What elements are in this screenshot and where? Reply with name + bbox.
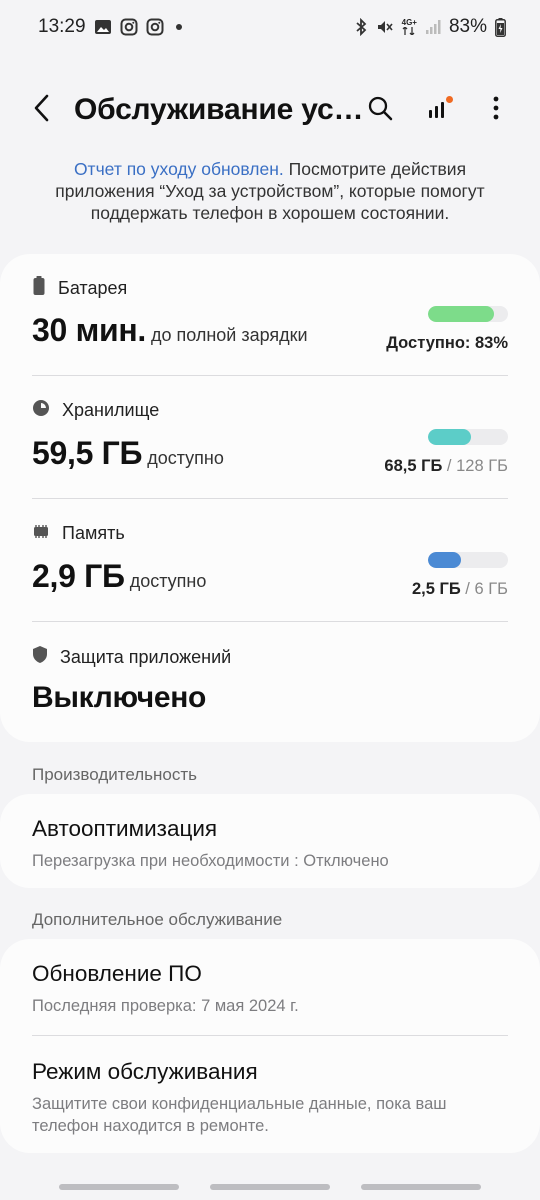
memory-free: 2,9 ГБ (32, 558, 125, 594)
maintenance-mode-title: Режим обслуживания (32, 1059, 258, 1084)
nav-back-button[interactable] (361, 1184, 481, 1190)
battery-bar (428, 306, 508, 322)
software-update-title: Обновление ПО (32, 961, 202, 986)
page-title: Обслуживание уст... (74, 93, 364, 126)
software-update-item[interactable]: Обновление ПО Последняя проверка: 7 мая … (32, 961, 508, 1017)
battery-label: Батарея (58, 278, 128, 298)
report-note: Отчет по уходу обновлен. Посмотрите дейс… (30, 158, 510, 224)
maintenance-mode-item[interactable]: Режим обслуживания Защитите свои конфиде… (32, 1059, 508, 1137)
more-vert-icon (492, 95, 500, 126)
divider (32, 1035, 508, 1036)
app-protection-label: Защита приложений (60, 646, 232, 667)
status-bar: 13:29 4G+ 83% (0, 0, 540, 54)
battery-bar-fill (428, 306, 495, 322)
report-link[interactable]: Отчет по уходу обновлен. (74, 159, 284, 179)
back-button[interactable] (12, 80, 72, 140)
status-right: 4G+ 83% (354, 16, 506, 38)
memory-section[interactable]: Память 2,9 ГБ доступно 2,5 ГБ / 6 ГБ (32, 500, 508, 622)
network-type: 4G+ (401, 18, 417, 27)
memory-value-row: 2,9 ГБ доступно (32, 558, 206, 595)
storage-section[interactable]: Хранилище 59,5 ГБ доступно 68,5 ГБ / 128… (32, 377, 508, 499)
search-button[interactable] (358, 88, 402, 132)
app-protection-status: Выключено (32, 681, 207, 714)
performance-card: Автооптимизация Перезагрузка при необход… (0, 794, 540, 888)
battery-time: 30 мин. (32, 312, 146, 348)
diagnostics-button[interactable] (416, 88, 460, 132)
memory-usage: 2,5 ГБ / 6 ГБ (412, 580, 508, 599)
memory-bar-fill (428, 552, 462, 568)
additional-card: Обновление ПО Последняя проверка: 7 мая … (0, 939, 540, 1153)
battery-section[interactable]: Батарея 30 мин. до полной зарядки Доступ… (32, 254, 508, 376)
navigation-bar (0, 1182, 540, 1194)
memory-suffix: доступно (129, 571, 207, 591)
notification-dot-icon (175, 24, 182, 30)
notification-badge (446, 96, 453, 103)
memory-label-row: Память (32, 522, 125, 545)
storage-usage: 68,5 ГБ / 128 ГБ (384, 457, 508, 476)
app-protection-label-row: Защита приложений (32, 645, 231, 669)
battery-available: Доступно: 83% (386, 334, 508, 352)
shield-icon (32, 645, 48, 669)
instagram-icon (146, 18, 164, 36)
back-arrow-icon (31, 94, 53, 127)
gallery-icon (94, 18, 112, 36)
search-icon (367, 95, 393, 126)
memory-chip-icon (32, 522, 50, 545)
storage-value-row: 59,5 ГБ доступно (32, 435, 224, 472)
battery-suffix: до полной зарядки (150, 325, 308, 345)
app-actions (358, 78, 518, 142)
storage-label-row: Хранилище (32, 399, 159, 422)
auto-optimization-subtitle: Перезагрузка при необходимости : Отключе… (32, 852, 389, 870)
memory-bar (428, 552, 508, 568)
battery-value-row: 30 мин. до полной зарядки (32, 312, 308, 349)
memory-used: 2,5 ГБ (411, 580, 461, 598)
app-bar: Обслуживание уст... (0, 78, 540, 142)
battery-icon (32, 276, 46, 301)
battery-charging-icon (495, 17, 506, 37)
network-4g-icon: 4G+ (402, 19, 417, 35)
storage-total: 128 ГБ (456, 457, 508, 475)
auto-optimization-item[interactable]: Автооптимизация Перезагрузка при необход… (32, 816, 508, 872)
app-protection-value-row: Выключено (32, 681, 206, 715)
battery-percent: 83% (448, 16, 487, 37)
storage-used: 68,5 ГБ (384, 457, 443, 475)
mute-icon (376, 18, 394, 36)
storage-label: Хранилище (62, 400, 160, 420)
bluetooth-icon (354, 18, 368, 36)
auto-optimization-title: Автооптимизация (32, 816, 218, 841)
more-options-button[interactable] (474, 88, 518, 132)
storage-bar (428, 429, 508, 445)
status-time: 13:29 (38, 16, 86, 37)
memory-label: Память (62, 523, 125, 543)
signal-icon (425, 19, 441, 35)
instagram-icon (120, 18, 138, 36)
additional-header: Дополнительное обслуживание (32, 910, 283, 929)
storage-suffix: доступно (147, 448, 224, 468)
software-update-subtitle: Последняя проверка: 7 мая 2024 г. (32, 997, 299, 1015)
divider (32, 375, 508, 376)
storage-separator: / (442, 457, 457, 475)
nav-home-button[interactable] (210, 1184, 330, 1190)
status-left: 13:29 (38, 16, 182, 38)
battery-label-row: Батарея (32, 276, 127, 301)
divider (32, 621, 508, 622)
performance-header: Производительность (32, 765, 198, 784)
maintenance-mode-subtitle: Защитите свои конфиденциальные данные, п… (32, 1095, 447, 1135)
nav-recents-button[interactable] (59, 1184, 179, 1190)
storage-free: 59,5 ГБ (32, 435, 143, 471)
app-protection-section[interactable]: Защита приложений Выключено (32, 623, 508, 745)
divider (32, 498, 508, 499)
storage-bar-fill (428, 429, 471, 445)
memory-separator: / (460, 580, 475, 598)
storage-pie-icon (32, 399, 50, 422)
status-card: Батарея 30 мин. до полной зарядки Доступ… (0, 254, 540, 742)
memory-total: 6 ГБ (474, 580, 508, 598)
